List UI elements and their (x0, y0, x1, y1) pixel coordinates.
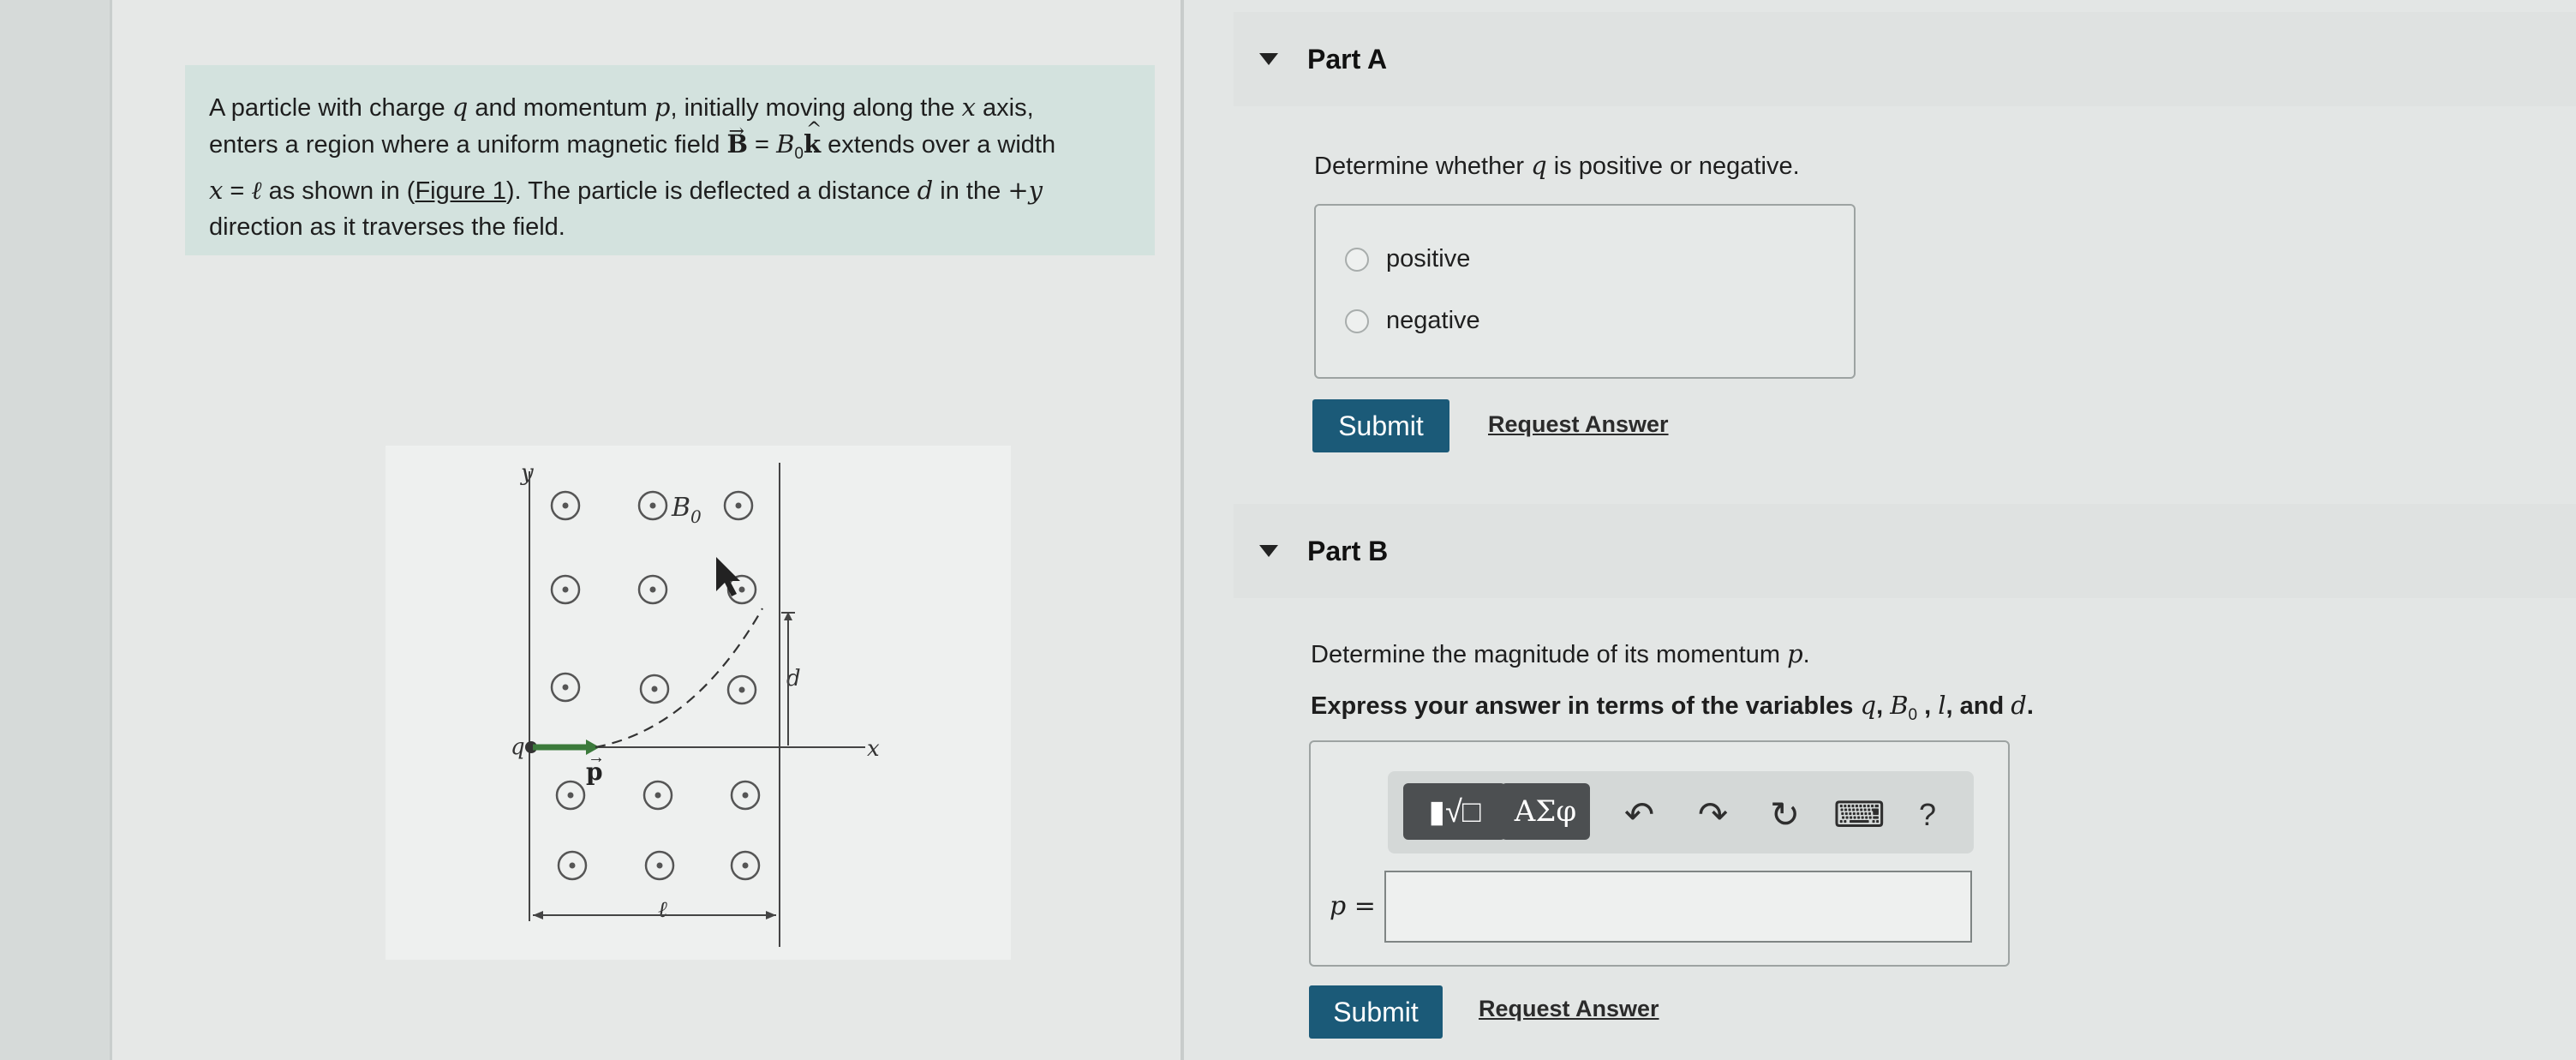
part-b-instructions: Express your answer in terms of the vari… (1311, 691, 2034, 724)
magnetic-field-diagram: y x q d ℓ B0 p → (511, 460, 880, 947)
radio-positive[interactable] (1345, 247, 1369, 272)
part-a-submit-button[interactable]: Submit (1312, 399, 1449, 452)
undo-icon[interactable]: ↶ (1624, 794, 1654, 835)
part-b-submit-button[interactable]: Submit (1309, 985, 1443, 1039)
collapse-triangle-icon[interactable] (1259, 53, 1278, 65)
problem-line-3: x = ℓ as shown in (Figure 1). The partic… (209, 175, 1043, 205)
part-a-question: Determine whether q is positive or negat… (1314, 151, 1800, 180)
option-negative[interactable]: negative (1345, 307, 1480, 335)
part-a-header[interactable]: Part A (1234, 12, 2576, 106)
problem-line-2: enters a region where a uniform magnetic… (209, 119, 1056, 163)
momentum-answer-input[interactable] (1384, 871, 1972, 943)
keyboard-icon[interactable]: ⌨ (1833, 794, 1886, 835)
field-label: B0 (671, 493, 702, 527)
option-positive[interactable]: positive (1345, 245, 1470, 273)
part-b-header[interactable]: Part B (1234, 504, 2576, 598)
greek-symbols-button[interactable]: ΑΣφ (1501, 783, 1590, 840)
problem-line-4: direction as it traverses the field. (209, 213, 565, 241)
help-icon[interactable]: ? (1919, 797, 1936, 833)
math-toolbar: ▮√□ ΑΣφ ↶ ↷ ↻ ⌨ ? (1388, 771, 1974, 853)
part-b-title: Part B (1307, 535, 1389, 566)
part-a-title: Part A (1307, 43, 1388, 75)
charge-label: q (511, 734, 525, 760)
templates-button[interactable]: ▮√□ (1403, 783, 1506, 840)
problem-statement: A particle with charge q and momentum p,… (185, 65, 1155, 255)
part-b-question: Determine the magnitude of its momentum … (1311, 639, 1810, 668)
y-axis-label: y (520, 460, 534, 486)
collapse-triangle-icon[interactable] (1259, 545, 1278, 557)
x-axis-label: x (867, 736, 880, 762)
redo-icon[interactable]: ↷ (1698, 794, 1728, 835)
left-margin-border (110, 0, 112, 1060)
part-a-choices: positive negative (1314, 204, 1856, 379)
figure-1: y x q d ℓ B0 p → (386, 446, 1011, 960)
radio-negative[interactable] (1345, 308, 1369, 333)
part-b-request-answer-link[interactable]: Request Answer (1479, 996, 1659, 1022)
reset-icon[interactable]: ↻ (1770, 794, 1800, 835)
part-a-request-answer-link[interactable]: Request Answer (1488, 411, 1669, 438)
answer-label: p = (1330, 891, 1376, 921)
left-margin (0, 0, 111, 1060)
problem-line-1: A particle with charge q and momentum p,… (209, 93, 1034, 122)
figure-1-link[interactable]: Figure 1 (415, 177, 505, 205)
width-label: ℓ (658, 897, 667, 923)
